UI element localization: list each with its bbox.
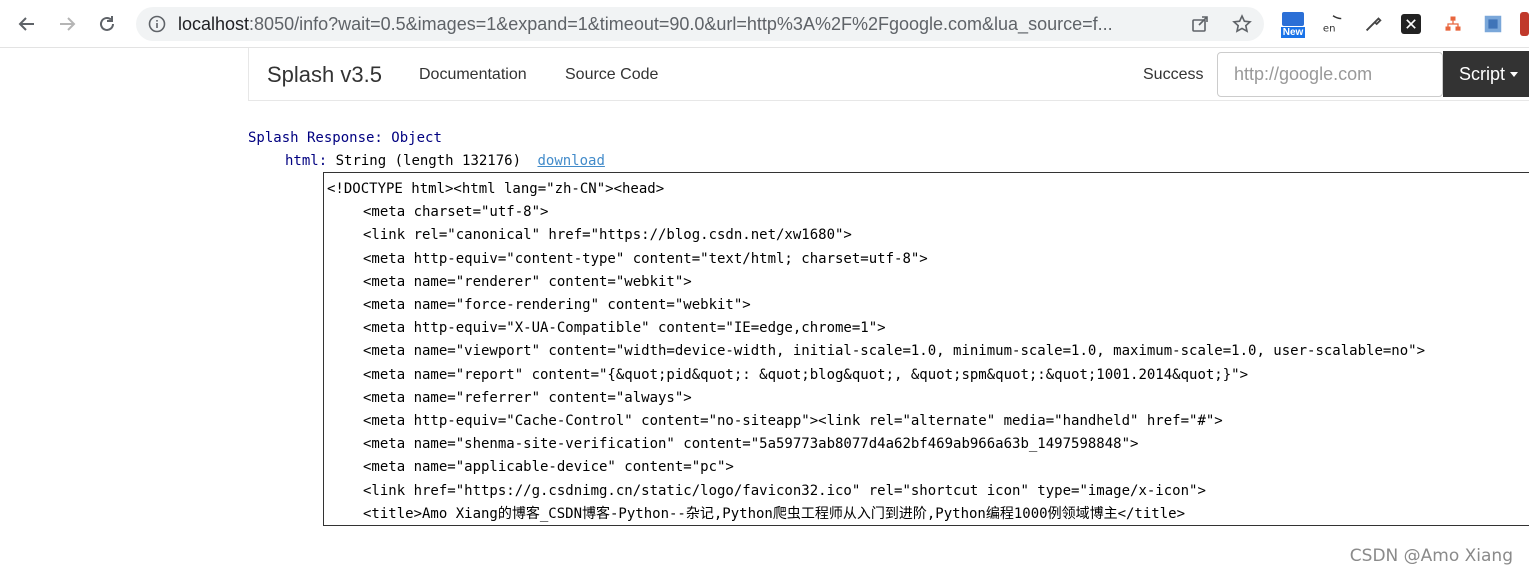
back-button[interactable] bbox=[11, 8, 43, 40]
response-label: Splash Response: bbox=[248, 130, 383, 146]
nav-link-source-code[interactable]: Source Code bbox=[565, 66, 658, 84]
forward-button[interactable] bbox=[51, 8, 83, 40]
code-line: <meta http-equiv="content-type" content=… bbox=[363, 250, 928, 267]
code-line: <meta name="renderer" content="webkit"> bbox=[363, 273, 692, 290]
code-line: <!DOCTYPE html><html lang="zh-CN"><head> bbox=[327, 181, 665, 197]
status-text: Success bbox=[1143, 66, 1204, 83]
eyedropper-extension-icon[interactable] bbox=[1361, 12, 1385, 36]
code-line: <meta name="applicable-device" content="… bbox=[363, 459, 734, 476]
html-source-box[interactable]: <!DOCTYPE html><html lang="zh-CN"><head>… bbox=[323, 172, 1529, 526]
code-line: <meta charset="utf-8"> bbox=[363, 204, 549, 221]
response-type: Object bbox=[391, 130, 442, 146]
url-path: :8050/info?wait=0.5&images=1&expand=1&ti… bbox=[249, 14, 1113, 34]
code-line: <meta name="force-rendering" content="we… bbox=[363, 297, 751, 314]
download-link[interactable]: download bbox=[537, 153, 604, 169]
watermark: CSDN @Amo Xiang bbox=[1349, 546, 1513, 566]
translate-extension-icon[interactable]: en bbox=[1321, 12, 1345, 36]
arrow-left-icon bbox=[18, 17, 34, 31]
address-bar[interactable]: localhost:8050/info?wait=0.5&images=1&ex… bbox=[136, 7, 1264, 41]
nav-link-documentation[interactable]: Documentation bbox=[419, 66, 527, 84]
url-host: localhost bbox=[178, 14, 250, 34]
code-line: <link href="https://g.csdnimg.cn/static/… bbox=[363, 482, 1206, 499]
url-text[interactable]: localhost:8050/info?wait=0.5&images=1&ex… bbox=[178, 14, 1178, 34]
share-icon[interactable] bbox=[1190, 14, 1210, 34]
code-line: <meta name="viewport" content="width=dev… bbox=[363, 343, 1426, 360]
sitemap-extension-icon[interactable] bbox=[1441, 12, 1465, 36]
code-line: <meta name="referrer" content="always"> bbox=[363, 389, 692, 406]
url-input[interactable] bbox=[1217, 52, 1443, 97]
caret-down-icon bbox=[1510, 72, 1519, 78]
reload-button[interactable] bbox=[91, 8, 123, 40]
svg-text:en: en bbox=[1323, 23, 1336, 34]
code-line: <title>Amo Xiang的博客_CSDN博客-Python--杂记,Py… bbox=[363, 505, 1186, 522]
code-line: <meta name="shenma-site-verification" co… bbox=[363, 436, 1139, 453]
reload-icon bbox=[100, 16, 114, 31]
extension-new-icon[interactable]: New bbox=[1279, 10, 1307, 40]
code-line: <meta name="report" content="{&quot;pid&… bbox=[363, 366, 1249, 383]
extension-new-badge: New bbox=[1280, 27, 1306, 38]
bookmark-star-icon[interactable] bbox=[1232, 14, 1252, 34]
brand-title[interactable]: Splash v3.5 bbox=[267, 62, 382, 88]
script-button-label: Script bbox=[1459, 63, 1506, 84]
response-header: Splash Response: Object bbox=[248, 128, 442, 148]
arrow-right-icon bbox=[60, 17, 76, 31]
splash-navbar: Splash v3.5 Documentation Source Code Su… bbox=[248, 48, 1529, 101]
extension-cropped-icon[interactable] bbox=[1520, 12, 1529, 36]
info-icon[interactable] bbox=[148, 15, 166, 33]
code-line: <meta http-equiv="Cache-Control" content… bbox=[363, 413, 1223, 430]
puzzle-extension-icon[interactable] bbox=[1481, 12, 1505, 36]
code-line: <meta http-equiv="X-UA-Compatible" conte… bbox=[363, 320, 886, 337]
browser-toolbar: localhost:8050/info?wait=0.5&images=1&ex… bbox=[0, 0, 1529, 48]
html-key: html: bbox=[285, 153, 328, 169]
code-line: <link rel="canonical" href="https://blog… bbox=[363, 227, 852, 244]
html-field-line: html: String (length 132176) download bbox=[285, 151, 605, 171]
html-type: String (length 132176) bbox=[335, 153, 522, 169]
script-dropdown-button[interactable]: Script bbox=[1443, 51, 1529, 97]
x-extension-icon[interactable] bbox=[1401, 14, 1421, 34]
